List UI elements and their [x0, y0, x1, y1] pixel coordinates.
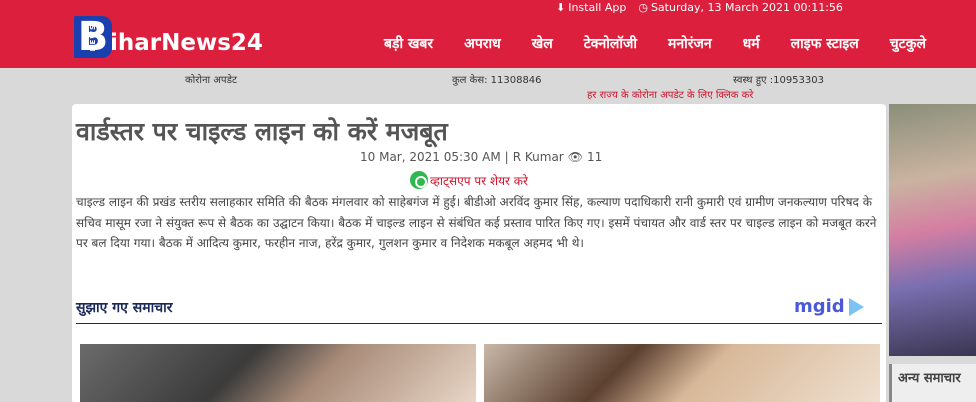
nav-item-religion[interactable]: धर्म — [743, 34, 760, 53]
nav-item-entertainment[interactable]: मनोरंजन — [668, 34, 712, 53]
covid-total-cases: कुल केस: 11308846 — [452, 75, 542, 86]
nav-item-crime[interactable]: अपराध — [464, 34, 501, 53]
mgid-brand: mgid — [794, 296, 845, 317]
article-body: चाइल्ड लाइन की प्रखंड स्तरीय सलाहकार समि… — [76, 195, 877, 250]
eye-icon: 👁 — [567, 150, 583, 164]
nav-item-technology[interactable]: टेक्नोलॉजी — [584, 34, 637, 53]
article-meta: 10 Mar, 2021 05:30 AM | R Kumar 👁 11 — [360, 150, 602, 164]
top-bar: ⬇ Install App ◷ Saturday, 13 March 2021 … — [556, 1, 843, 14]
suggested-news-thumbnail[interactable] — [484, 344, 880, 402]
logo-text: iharNews24 — [110, 30, 263, 56]
sidebar-ad-image[interactable] — [889, 104, 976, 356]
suggested-news-heading: सुझाए गए समाचार — [76, 300, 173, 316]
nav-item-sports[interactable]: खेल — [532, 34, 553, 53]
meta-separator: | — [504, 150, 509, 164]
nav-item-jokes[interactable]: चुटकुले — [890, 34, 926, 53]
nav-item-lifestyle[interactable]: लाइफ स्टाइल — [791, 34, 859, 53]
heading-divider — [76, 323, 882, 324]
article-date: 10 Mar, 2021 05:30 AM — [360, 150, 501, 164]
download-icon: ⬇ — [556, 1, 566, 14]
main-nav: बड़ी खबर अपराध खेल टेक्नोलॉजी मनोरंजन धर… — [384, 34, 957, 53]
whatsapp-share-button[interactable]: व्हाट्सएप पर शेयर करे — [410, 171, 528, 189]
whatsapp-share-label: व्हाट्सएप पर शेयर करे — [430, 173, 528, 188]
article-author[interactable]: R Kumar — [513, 150, 564, 164]
mgid-logo[interactable]: mgid — [794, 296, 864, 317]
whatsapp-icon — [410, 171, 428, 189]
suggested-news-thumbnail[interactable] — [80, 344, 476, 402]
site-logo[interactable]: NEWS B iharNews24 — [74, 16, 263, 58]
logo-news-text: NEWS — [89, 24, 97, 52]
article-title: वार्डस्तर पर चाइल्ड लाइन को करें मजबूत — [76, 117, 448, 146]
play-icon — [848, 297, 864, 316]
site-header: ⬇ Install App ◷ Saturday, 13 March 2021 … — [0, 0, 976, 68]
covid-recovered: स्वस्थ हुए :10953303 — [733, 75, 824, 86]
date-time-label: Saturday, 13 March 2021 00:11:56 — [650, 1, 843, 14]
other-news-heading: अन्य समाचार — [889, 364, 976, 402]
nav-item-breaking[interactable]: बड़ी खबर — [384, 34, 433, 53]
install-app-label: Install App — [568, 1, 627, 14]
article-card: वार्डस्तर पर चाइल्ड लाइन को करें मजबूत 1… — [72, 104, 886, 402]
logo-badge: NEWS B — [74, 16, 112, 58]
covid-label: कोरोना अपडेट — [185, 75, 237, 86]
covid-strip: कोरोना अपडेट कुल केस: 11308846 स्वस्थ हु… — [0, 68, 976, 102]
article-views: 11 — [586, 150, 603, 164]
clock-icon: ◷ — [638, 1, 648, 14]
date-time: ◷ Saturday, 13 March 2021 00:11:56 — [638, 1, 843, 14]
install-app-link[interactable]: ⬇ Install App — [556, 1, 626, 14]
covid-state-link[interactable]: हर राज्य के कोरोना अपडेट के लिए क्लिक कर… — [587, 87, 753, 101]
